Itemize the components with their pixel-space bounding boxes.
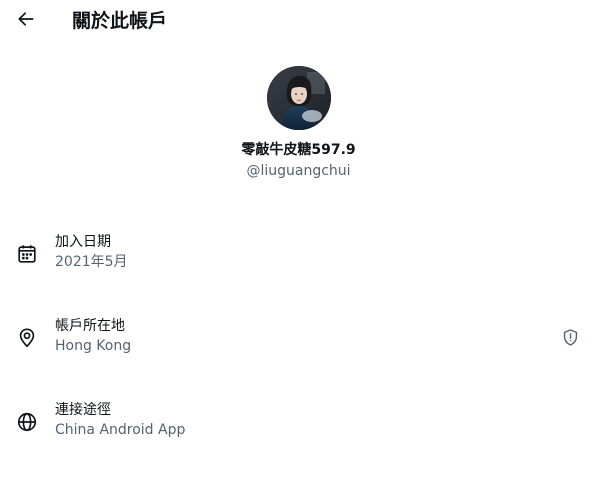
- connected-via-label: 連接途徑: [55, 402, 111, 418]
- arrow-left-icon: [16, 9, 36, 33]
- page-header: 關於此帳戶: [0, 0, 597, 44]
- shield-info-icon[interactable]: [561, 328, 580, 347]
- joined-date-row: 加入日期 2021年5月: [0, 233, 597, 277]
- location-pin-icon: [16, 327, 38, 349]
- profile-summary: 零敲牛皮糖597.9 @liuguangchui: [0, 66, 597, 181]
- page-title: 關於此帳戶: [72, 10, 168, 32]
- joined-date-label: 加入日期: [55, 234, 111, 250]
- account-location-row: 帳戶所在地 Hong Kong: [0, 317, 597, 361]
- connected-via-row: 連接途徑 China Android App: [0, 401, 597, 445]
- back-button[interactable]: [12, 7, 40, 35]
- account-location-value: Hong Kong: [55, 338, 132, 354]
- globe-icon: [16, 411, 38, 433]
- connected-via-value: China Android App: [55, 422, 186, 438]
- display-name: 零敲牛皮糖597.9: [241, 142, 356, 158]
- account-location-label: 帳戶所在地: [55, 318, 125, 334]
- avatar[interactable]: [266, 66, 331, 130]
- calendar-icon: [16, 243, 38, 265]
- joined-date-value: 2021年5月: [55, 254, 128, 270]
- user-handle: @liuguangchui: [246, 163, 351, 179]
